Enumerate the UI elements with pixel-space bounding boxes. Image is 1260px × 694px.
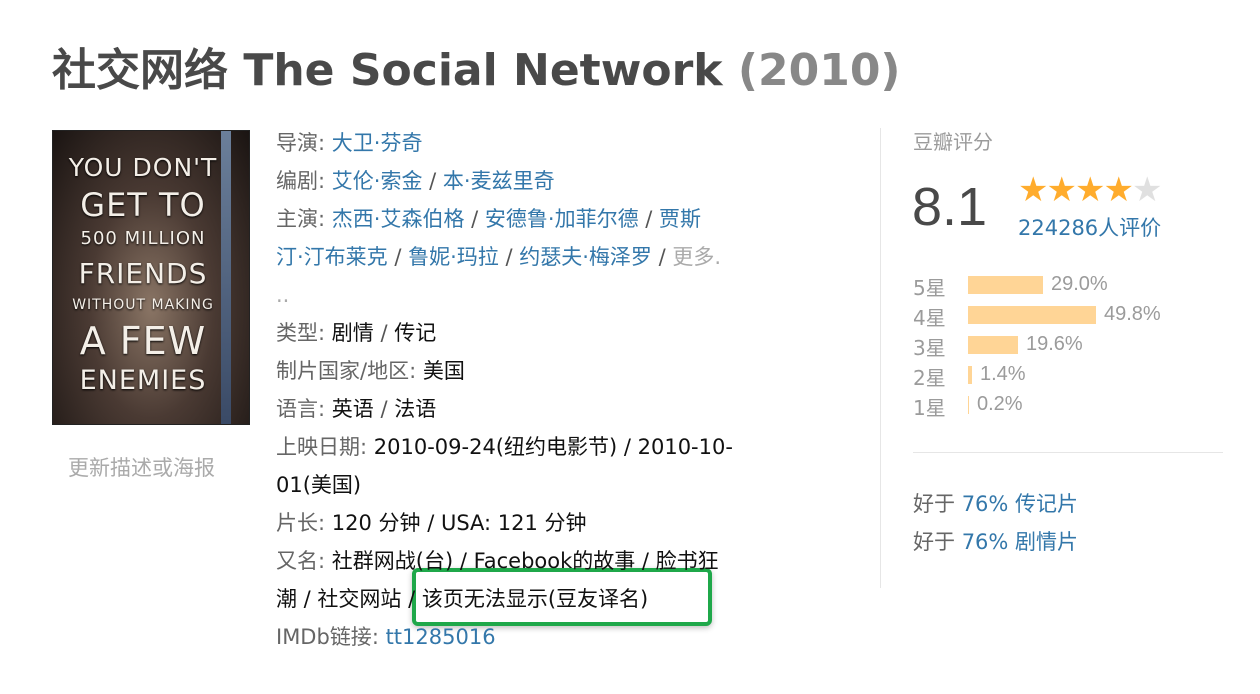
- cast-link[interactable]: 鲁妮·玛拉: [408, 245, 499, 269]
- better-than-prefix: 好于: [913, 530, 955, 554]
- better-than-link[interactable]: 76% 剧情片: [962, 530, 1078, 554]
- poster-text: A FEW: [79, 319, 207, 363]
- star-full-icon: ★: [1018, 171, 1049, 209]
- better-than-row: 好于 76% 剧情片: [913, 526, 1078, 556]
- rating-bar-percent: 49.8%: [1104, 303, 1161, 325]
- rating-bar-row: 1星 0.2%: [913, 390, 1213, 420]
- genre-value: 剧情: [331, 321, 374, 345]
- language-value: 法语: [394, 397, 437, 421]
- votes-link[interactable]: 224286人评价: [1018, 212, 1161, 242]
- release-value: 2010-09-24(纽约电影节) / 2010-10-: [373, 435, 733, 459]
- genre-label: 类型: [276, 321, 318, 345]
- movie-name: 社交网络 The Social Network: [52, 45, 723, 96]
- movie-info: 导演: 大卫·芬奇 编剧: 艾伦·索金 / 本·麦兹里奇 主演: 杰西·艾森伯格…: [276, 124, 771, 656]
- rating-title: 豆瓣评分: [913, 130, 993, 154]
- rating-bar: [968, 336, 1018, 354]
- more-cast-link[interactable]: 更多.: [672, 245, 721, 269]
- better-than-row: 好于 76% 传记片: [913, 488, 1078, 518]
- writer-link[interactable]: 本·麦兹里奇: [443, 169, 555, 193]
- poster-text: GET TO: [80, 186, 206, 224]
- rating-bar: [968, 276, 1043, 294]
- rating-score: 8.1: [912, 177, 988, 237]
- poster-text: YOU DON'T: [68, 153, 218, 182]
- rating-bar-row: 3星 19.6%: [913, 330, 1213, 360]
- rating-bar-label: 5星: [913, 276, 946, 300]
- rating-bar: [968, 306, 1096, 324]
- cast-label: 主演: [276, 207, 318, 231]
- cast-link[interactable]: 贾斯: [659, 207, 701, 231]
- page-title: 社交网络 The Social Network (2010): [52, 34, 901, 98]
- rating-bar-row: 4星 49.8%: [913, 300, 1213, 330]
- movie-year: (2010): [737, 45, 901, 96]
- imdb-label: IMDb链接: [276, 625, 372, 649]
- update-poster-link[interactable]: 更新描述或海报: [68, 452, 215, 482]
- rating-bar-label: 1星: [913, 396, 946, 420]
- better-than-link[interactable]: 76% 传记片: [962, 492, 1078, 516]
- aka-row-cont: 潮 / 社交网站 / 该页无法显示(豆友译名): [276, 580, 771, 618]
- aka-value: 潮 / 社交网站 /: [276, 587, 422, 611]
- rating-bar-percent: 1.4%: [980, 363, 1026, 385]
- poster-text: ENEMIES: [79, 365, 207, 396]
- cast-link[interactable]: 杰西·艾森伯格: [332, 207, 465, 231]
- rating-bar: [968, 366, 972, 384]
- aka-value: 社群网战(台) / Facebook的故事 / 脸书狂: [331, 549, 719, 573]
- director-link[interactable]: 大卫·芬奇: [332, 131, 423, 155]
- language-row: 语言: 英语 / 法语: [276, 397, 437, 421]
- star-rating: ★★★★★: [1018, 170, 1163, 210]
- writer-label: 编剧: [276, 169, 318, 193]
- runtime-label: 片长: [276, 511, 318, 535]
- genre-value: 传记: [394, 321, 437, 345]
- poster-text: FRIENDS: [78, 257, 208, 290]
- more-cast-cont: ..: [276, 283, 290, 307]
- cast-link[interactable]: 安德鲁·加菲尔德: [485, 207, 639, 231]
- rating-bar-percent: 19.6%: [1026, 333, 1083, 355]
- movie-poster[interactable]: YOU DON'T GET TO 500 MILLION FRIENDS WIT…: [52, 130, 250, 425]
- rating-bar-label: 2星: [913, 366, 946, 390]
- director-row: 导演: 大卫·芬奇: [276, 131, 423, 155]
- imdb-link[interactable]: tt1285016: [386, 625, 496, 649]
- cast-link[interactable]: 汀·汀布莱克: [276, 245, 388, 269]
- section-divider: [880, 128, 881, 588]
- aka-row: 又名: 社群网战(台) / Facebook的故事 / 脸书狂: [276, 549, 719, 573]
- director-label: 导演: [276, 131, 318, 155]
- poster-text: 500 MILLION: [80, 228, 206, 249]
- language-label: 语言: [276, 397, 318, 421]
- star-full-icon: ★: [1103, 171, 1134, 209]
- country-label: 制片国家/地区: [276, 359, 410, 383]
- rating-bar-percent: 29.0%: [1051, 273, 1108, 295]
- rating-bar-row: 2星 1.4%: [913, 360, 1213, 390]
- rating-bar: [968, 396, 969, 414]
- aka-highlighted-value: 该页无法显示(豆友译名): [421, 587, 649, 611]
- writer-link[interactable]: 艾伦·索金: [332, 169, 423, 193]
- rating-bar-label: 3星: [913, 336, 946, 360]
- country-row: 制片国家/地区: 美国: [276, 359, 465, 383]
- language-value: 英语: [331, 397, 374, 421]
- release-row-cont: 01(美国): [276, 473, 362, 497]
- writer-row: 编剧: 艾伦·索金 / 本·麦兹里奇: [276, 169, 555, 193]
- runtime-row: 片长: 120 分钟 / USA: 121 分钟: [276, 511, 587, 535]
- star-empty-icon: ★: [1131, 171, 1163, 209]
- rating-bar-label: 4星: [913, 306, 946, 330]
- runtime-value: 120 分钟 / USA: 121 分钟: [331, 511, 587, 535]
- star-full-icon: ★: [1074, 171, 1106, 209]
- cast-row: 主演: 杰西·艾森伯格 / 安德鲁·加菲尔德 / 贾斯: [276, 207, 702, 231]
- star-full-icon: ★: [1046, 171, 1077, 209]
- rating-bar-percent: 0.2%: [977, 393, 1023, 415]
- aka-label: 又名: [276, 549, 318, 573]
- release-row: 上映日期: 2010-09-24(纽约电影节) / 2010-10-: [276, 435, 733, 459]
- country-value: 美国: [422, 359, 465, 383]
- cast-link[interactable]: 约瑟夫·梅泽罗: [519, 245, 652, 269]
- imdb-row: IMDb链接: tt1285016: [276, 625, 496, 649]
- cast-row-cont: 汀·汀布莱克 / 鲁妮·玛拉 / 约瑟夫·梅泽罗 / 更多.: [276, 245, 722, 269]
- release-label: 上映日期: [276, 435, 360, 459]
- rating-divider: [913, 452, 1223, 453]
- genre-row: 类型: 剧情 / 传记: [276, 321, 437, 345]
- poster-text: WITHOUT MAKING: [72, 297, 214, 313]
- rating-bar-row: 5星 29.0%: [913, 270, 1213, 300]
- better-than-prefix: 好于: [913, 492, 955, 516]
